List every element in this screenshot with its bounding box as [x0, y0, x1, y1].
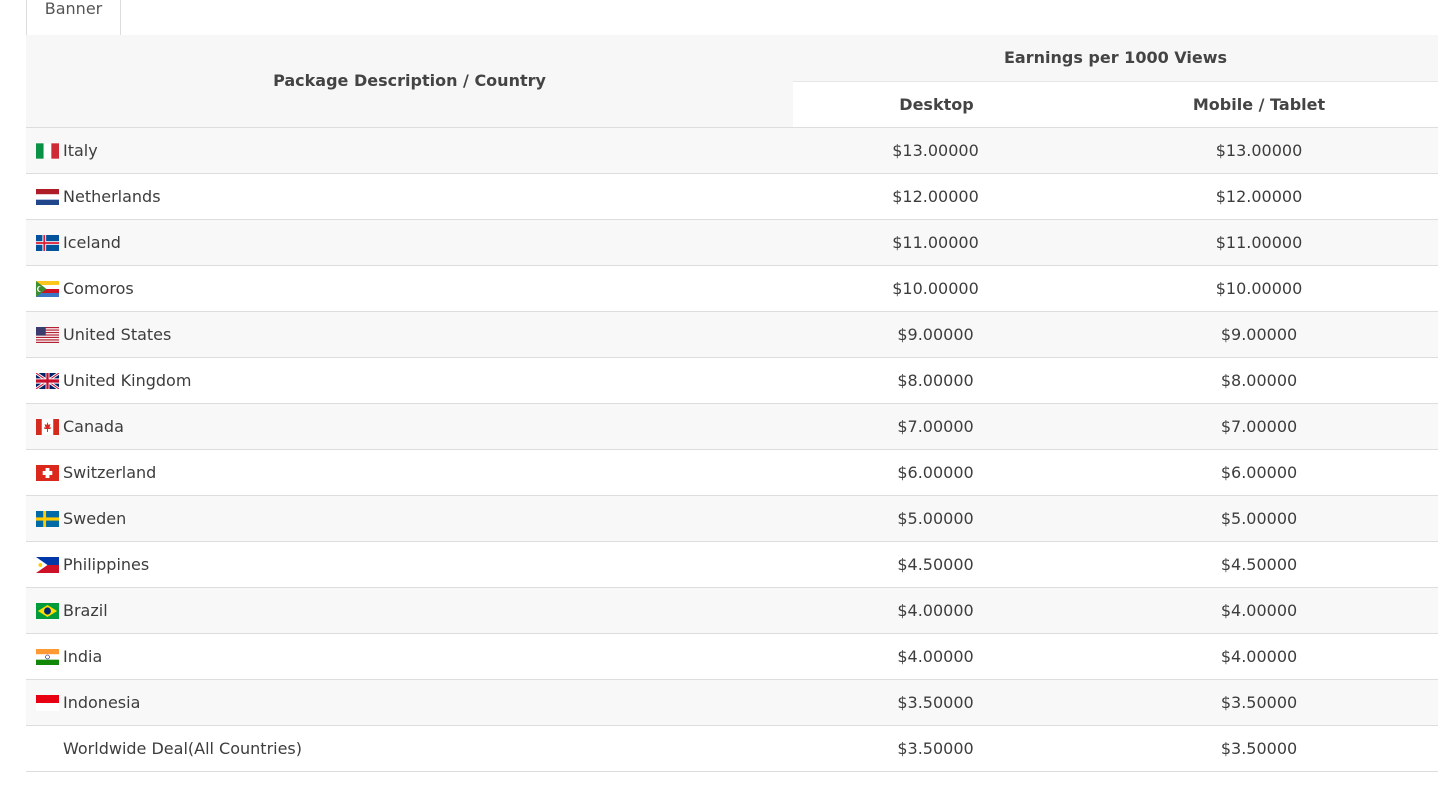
country-cell: Comoros — [26, 264, 793, 311]
mobile-tablet-price: $10.00000 — [1080, 264, 1438, 311]
country-cell: United Kingdom — [26, 356, 793, 403]
mobile-tablet-price: $6.00000 — [1080, 448, 1438, 495]
country-name: Canada — [63, 416, 124, 436]
country-name: Sweden — [63, 508, 127, 528]
desktop-price: $11.00000 — [793, 218, 1080, 265]
netherlands-flag-icon — [36, 188, 59, 205]
table-row: Italy $13.00000 $13.00000 — [26, 126, 1438, 173]
country-name: Comoros — [63, 278, 134, 298]
desktop-price: $6.00000 — [793, 448, 1080, 495]
switzerland-flag-icon — [36, 464, 59, 481]
country-cell: Netherlands — [26, 172, 793, 219]
mobile-tablet-price: $12.00000 — [1080, 172, 1438, 219]
india-flag-icon — [36, 648, 59, 665]
table-row: Netherlands $12.00000 $12.00000 — [26, 172, 1438, 219]
country-cell: Worldwide Deal(All Countries) — [26, 724, 793, 772]
table-row: Iceland $11.00000 $11.00000 — [26, 218, 1438, 265]
country-name: United States — [63, 324, 172, 344]
country-cell: Switzerland — [26, 448, 793, 495]
tab-banner-label: Banner — [44, 0, 103, 18]
earnings-table-header: Package Description / Country Earnings p… — [26, 35, 1438, 127]
desktop-price: $12.00000 — [793, 172, 1080, 219]
desktop-price: $10.00000 — [793, 264, 1080, 311]
flag-placeholder — [36, 741, 59, 757]
country-cell: United States — [26, 310, 793, 357]
country-cell: Sweden — [26, 494, 793, 541]
earnings-table-body: Italy $13.00000 $13.00000 Netherlands $12.00… — [26, 126, 1438, 772]
country-cell: Italy — [26, 126, 793, 173]
desktop-price: $4.00000 — [793, 586, 1080, 633]
table-row: Worldwide Deal(All Countries) $3.50000 $3.… — [26, 724, 1438, 772]
table-row: Canada $7.00000 $7.00000 — [26, 402, 1438, 449]
country-name: India — [63, 646, 103, 666]
tab-bar: Banner — [0, 0, 1438, 36]
table-row: Philippines $4.50000 $4.50000 — [26, 540, 1438, 587]
table-row: United Kingdom $8.00000 $8.00000 — [26, 356, 1438, 403]
desktop-price: $4.50000 — [793, 540, 1080, 587]
united-kingdom-flag-icon — [36, 372, 59, 389]
united-states-flag-icon — [36, 326, 59, 343]
philippines-flag-icon — [36, 556, 59, 573]
desktop-price: $3.50000 — [793, 678, 1080, 725]
header-earnings-group: Earnings per 1000 Views — [793, 35, 1438, 81]
desktop-price: $13.00000 — [793, 126, 1080, 173]
sweden-flag-icon — [36, 510, 59, 527]
mobile-tablet-price: $4.00000 — [1080, 632, 1438, 679]
mobile-tablet-price: $5.00000 — [1080, 494, 1438, 541]
earnings-table: Package Description / Country Earnings p… — [26, 35, 1438, 772]
header-mobile-tablet: Mobile / Tablet — [1080, 80, 1438, 127]
mobile-tablet-price: $3.50000 — [1080, 678, 1438, 725]
italy-flag-icon — [36, 142, 59, 159]
desktop-price: $4.00000 — [793, 632, 1080, 679]
canada-flag-icon — [36, 418, 59, 435]
tab-banner[interactable]: Banner — [26, 0, 121, 36]
mobile-tablet-price: $13.00000 — [1080, 126, 1438, 173]
mobile-tablet-price: $4.00000 — [1080, 586, 1438, 633]
country-name: United Kingdom — [63, 370, 192, 390]
country-cell: Indonesia — [26, 678, 793, 725]
country-name: Philippines — [63, 554, 150, 574]
country-name: Switzerland — [63, 462, 157, 482]
mobile-tablet-price: $4.50000 — [1080, 540, 1438, 587]
header-desktop: Desktop — [793, 80, 1080, 127]
mobile-tablet-price: $11.00000 — [1080, 218, 1438, 265]
mobile-tablet-price: $9.00000 — [1080, 310, 1438, 357]
brazil-flag-icon — [36, 602, 59, 619]
country-name: Brazil — [63, 600, 108, 620]
country-name: Netherlands — [63, 186, 161, 206]
country-name: Worldwide Deal(All Countries) — [63, 738, 303, 758]
table-row: Comoros $10.00000 $10.00000 — [26, 264, 1438, 311]
desktop-price: $9.00000 — [793, 310, 1080, 357]
desktop-price: $8.00000 — [793, 356, 1080, 403]
country-name: Indonesia — [63, 692, 141, 712]
table-row: United States $9.00000 $9.00000 — [26, 310, 1438, 357]
table-row: Switzerland $6.00000 $6.00000 — [26, 448, 1438, 495]
country-cell: Iceland — [26, 218, 793, 265]
table-row: India $4.00000 $4.00000 — [26, 632, 1438, 679]
table-row: Brazil $4.00000 $4.00000 — [26, 586, 1438, 633]
iceland-flag-icon — [36, 234, 59, 251]
country-name: Italy — [63, 140, 98, 160]
mobile-tablet-price: $7.00000 — [1080, 402, 1438, 449]
country-cell: Canada — [26, 402, 793, 449]
header-package-description: Package Description / Country — [26, 35, 793, 127]
table-row: Sweden $5.00000 $5.00000 — [26, 494, 1438, 541]
country-name: Iceland — [63, 232, 121, 252]
comoros-flag-icon — [36, 280, 59, 297]
mobile-tablet-price: $3.50000 — [1080, 724, 1438, 772]
desktop-price: $5.00000 — [793, 494, 1080, 541]
table-row: Indonesia $3.50000 $3.50000 — [26, 678, 1438, 725]
desktop-price: $7.00000 — [793, 402, 1080, 449]
indonesia-flag-icon — [36, 694, 59, 711]
mobile-tablet-price: $8.00000 — [1080, 356, 1438, 403]
country-cell: Brazil — [26, 586, 793, 633]
desktop-price: $3.50000 — [793, 724, 1080, 772]
country-cell: Philippines — [26, 540, 793, 587]
country-cell: India — [26, 632, 793, 679]
